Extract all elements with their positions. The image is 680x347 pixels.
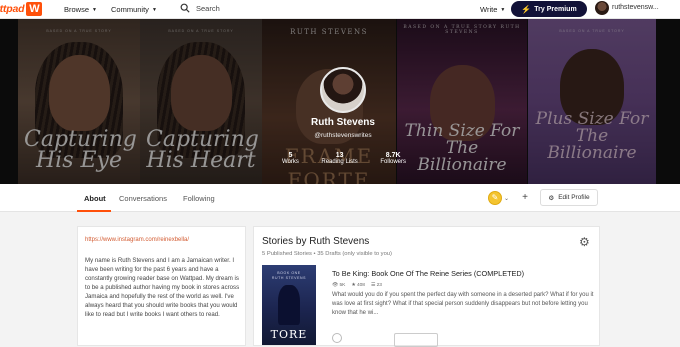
write-menu[interactable]: Write ▼	[480, 5, 505, 14]
badge-dropdown[interactable]: ✎ ⌄	[488, 191, 509, 205]
add-to-library-button[interactable]	[394, 333, 438, 347]
stat-works[interactable]: 5 Works	[282, 152, 299, 165]
votes-count: ★ 408	[351, 283, 365, 288]
stories-counts: 5 Published Stories • 35 Drafts (only vi…	[262, 251, 392, 257]
community-menu[interactable]: Community ▼	[111, 5, 157, 14]
user-avatar[interactable]	[595, 1, 609, 15]
caret-down-icon: ▼	[500, 6, 506, 13]
gear-icon[interactable]: ⚙	[579, 235, 590, 249]
active-tab-indicator	[77, 210, 111, 212]
list-icon: ☰	[370, 283, 376, 288]
about-description: My name is Ruth Stevens and I am a Jamai…	[85, 257, 240, 318]
tab-following[interactable]: Following	[183, 194, 215, 203]
profile-tabs: About Conversations Following ✎ ⌄ + ⚙ Ed…	[0, 184, 680, 212]
display-name: Ruth Stevens	[311, 117, 375, 128]
profile-banner: BASED ON A TRUE STORY Capturing His Eye …	[0, 19, 680, 184]
story-cover[interactable]: BOOK ONE RUTH STEVENS TORE	[262, 265, 316, 345]
chevron-down-icon: ⌄	[504, 195, 510, 202]
search-box[interactable]: Search	[180, 3, 220, 13]
add-button[interactable]: +	[517, 191, 533, 205]
stat-followers[interactable]: 8.7K Followers	[380, 152, 406, 165]
browse-label: Browse	[64, 5, 90, 14]
caret-down-icon: ▼	[151, 6, 157, 13]
gear-icon: ⚙	[548, 194, 555, 202]
stories-heading: Stories by Ruth Stevens	[262, 236, 370, 247]
parts-count: ☰ 23	[370, 283, 382, 288]
profile-stats: 5 Works 13 Reading Lists 8.7K Followers	[272, 152, 414, 165]
profile-avatar	[320, 67, 366, 113]
tab-conversations[interactable]: Conversations	[119, 194, 167, 203]
story-description: What would you do if you spent the perfe…	[332, 292, 594, 316]
logo-badge: W	[26, 2, 43, 16]
reads-count: 👁 5K	[332, 283, 346, 288]
top-navigation: attpad W Browse ▼ Community ▼ Search Wri…	[0, 0, 680, 19]
stat-reading-lists[interactable]: 13 Reading Lists	[321, 152, 357, 165]
eye-icon: 👁	[332, 283, 339, 288]
instagram-link[interactable]: https://www.instagram.com/reinexbella/	[85, 237, 189, 243]
badge-icon: ✎	[488, 191, 502, 205]
wattpad-logo[interactable]: attpad W	[0, 2, 43, 16]
lightning-icon: ⚡	[521, 4, 532, 14]
community-label: Community	[111, 5, 149, 14]
caret-down-icon: ▼	[92, 6, 97, 13]
star-icon: ★	[351, 283, 356, 288]
tab-about[interactable]: About	[84, 194, 106, 203]
browse-menu[interactable]: Browse ▼	[64, 5, 97, 14]
username-menu[interactable]: ruthstevensw...	[612, 4, 659, 11]
edit-profile-button[interactable]: ⚙ Edit Profile	[540, 189, 598, 206]
premium-label: Try Premium	[534, 5, 577, 13]
stories-card: Stories by Ruth Stevens 5 Published Stor…	[253, 226, 600, 347]
about-card: https://www.instagram.com/reinexbella/ M…	[77, 226, 246, 346]
story-stats: 👁 5K ★ 408 ☰ 23	[332, 283, 382, 288]
edit-profile-label: Edit Profile	[558, 194, 590, 201]
logo-text: attpad	[0, 3, 25, 15]
username-handle: @ruthstevenswrites	[314, 132, 372, 139]
story-title[interactable]: To Be King: Book One Of The Reine Series…	[332, 269, 524, 278]
profile-summary: Ruth Stevens @ruthstevenswrites 5 Works …	[272, 67, 414, 165]
search-icon	[180, 3, 190, 13]
write-label: Write	[480, 5, 498, 14]
try-premium-button[interactable]: ⚡ Try Premium	[511, 1, 587, 17]
search-label: Search	[196, 3, 220, 13]
